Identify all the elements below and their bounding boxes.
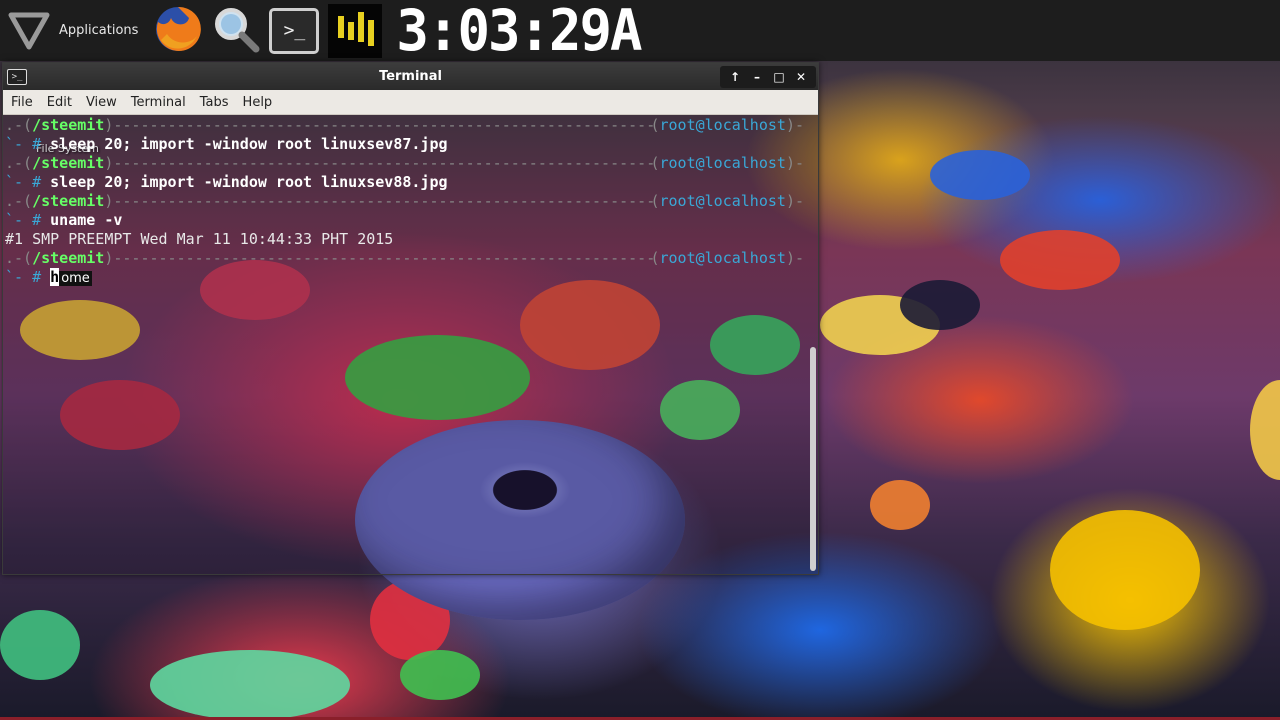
prompt-host: localhost <box>704 116 786 134</box>
prompt-host: localhost <box>704 249 786 267</box>
prompt-bracket: ( <box>650 249 660 267</box>
terminal-titlebar[interactable]: >_ Terminal ↑ – □ ✕ <box>3 63 818 90</box>
prompt-right: (root@localhost)- <box>650 192 804 211</box>
wallpaper-crumb <box>870 480 930 530</box>
command-text: uname -v <box>50 211 123 229</box>
prompt-at: @ <box>695 154 705 172</box>
command-text: sleep 20; import -window root linuxsev87… <box>50 135 448 153</box>
cpu-graph-widget <box>328 3 383 58</box>
prompt-line: .-(/steemit)----------------------------… <box>5 192 804 211</box>
prompt-bracket: ( <box>650 192 660 210</box>
terminal-scrollbar[interactable] <box>808 119 816 571</box>
prompt-user: root <box>659 116 696 134</box>
prompt-bracket: )- <box>785 249 804 267</box>
prompt-line: .-(/steemit)----------------------------… <box>5 116 804 135</box>
current-input-line: `- # h ome <box>5 268 804 287</box>
prompt-at: @ <box>695 249 705 267</box>
terminal-icon: >_ <box>269 7 320 54</box>
text-cursor: h <box>50 268 60 286</box>
menu-help[interactable]: Help <box>237 95 279 110</box>
output-line: #1 SMP PREEMPT Wed Mar 11 10:44:33 PHT 2… <box>5 230 804 249</box>
prompt-user: root <box>659 249 696 267</box>
prompt-dashes: )---------------------------------------… <box>104 249 656 267</box>
prompt-line: .-(/steemit)----------------------------… <box>5 154 804 173</box>
prompt-bracket: ( <box>650 116 660 134</box>
menu-tabs[interactable]: Tabs <box>194 95 235 110</box>
menubar: File Edit View Terminal Tabs Help <box>3 90 818 115</box>
command-line: `- # sleep 20; import -window root linux… <box>5 135 804 154</box>
applications-menu[interactable]: Applications <box>0 0 146 61</box>
terminal-output-area[interactable]: .-(/steemit)----------------------------… <box>3 115 818 574</box>
wallpaper-crumb <box>930 150 1030 200</box>
prompt-dashes: )---------------------------------------… <box>104 192 656 210</box>
top-panel: Applications >_ 3:03:29A <box>0 0 1280 63</box>
prompt-directory: /steemit <box>32 116 105 134</box>
menu-terminal[interactable]: Terminal <box>125 95 192 110</box>
wallpaper-crumb <box>400 650 480 700</box>
minimize-button[interactable]: – <box>746 67 768 87</box>
wallpaper-crumb <box>1250 380 1280 480</box>
cpu-graph-icon <box>338 11 375 46</box>
keep-above-button[interactable]: ↑ <box>724 67 746 87</box>
terminal-window: >_ Terminal ↑ – □ ✕ File Edit View Termi… <box>2 62 819 575</box>
maximize-button[interactable]: □ <box>768 67 790 87</box>
prompt-at: @ <box>695 116 705 134</box>
menu-edit[interactable]: Edit <box>41 95 78 110</box>
wallpaper-crumb <box>1050 510 1200 630</box>
window-controls: ↑ – □ ✕ <box>720 65 816 88</box>
menu-file[interactable]: File <box>5 95 39 110</box>
close-button[interactable]: ✕ <box>790 67 812 87</box>
prompt-right: (root@localhost)- <box>650 116 804 135</box>
wallpaper-crumb <box>1000 230 1120 290</box>
wallpaper-crumb <box>0 610 80 680</box>
prompt-dashes: )---------------------------------------… <box>104 154 656 172</box>
terminal-launcher[interactable]: >_ <box>268 5 320 57</box>
prompt-bracket: .-( <box>5 249 33 267</box>
prompt-line: .-(/steemit)----------------------------… <box>5 249 804 268</box>
prompt-bracket: .-( <box>5 154 33 172</box>
prompt-bracket: )- <box>785 116 804 134</box>
prompt-bracket: ( <box>650 154 660 172</box>
prompt-symbol: `- # <box>5 211 51 229</box>
prompt-right: (root@localhost)- <box>650 249 804 268</box>
prompt-bracket: )- <box>785 192 804 210</box>
prompt-directory: /steemit <box>32 249 105 267</box>
command-text: sleep 20; import -window root linuxsev88… <box>50 173 448 191</box>
prompt-dashes: )---------------------------------------… <box>104 116 656 134</box>
prompt-bracket: .-( <box>5 116 33 134</box>
firefox-launcher[interactable] <box>152 5 204 57</box>
applications-menu-label: Applications <box>59 23 139 38</box>
prompt-bracket: .-( <box>5 192 33 210</box>
prompt-symbol: `- # <box>5 173 51 191</box>
prompt-right: (root@localhost)- <box>650 154 804 173</box>
command-line: `- # sleep 20; import -window root linux… <box>5 173 804 192</box>
wallpaper-crumb <box>900 280 980 330</box>
applications-menu-icon <box>8 11 50 51</box>
prompt-user: root <box>659 154 696 172</box>
menu-view[interactable]: View <box>80 95 123 110</box>
wallpaper-crumb <box>150 650 350 720</box>
terminal-text: .-(/steemit)----------------------------… <box>5 116 804 287</box>
firefox-icon <box>153 4 203 58</box>
window-title: Terminal <box>379 69 442 84</box>
autocomplete-suggestion: ome <box>59 271 92 286</box>
search-launcher[interactable] <box>210 5 262 57</box>
prompt-user: root <box>659 192 696 210</box>
terminal-window-icon[interactable]: >_ <box>7 68 27 85</box>
prompt-at: @ <box>695 192 705 210</box>
prompt-directory: /steemit <box>32 192 105 210</box>
prompt-symbol: `- # <box>5 135 51 153</box>
prompt-host: localhost <box>704 192 786 210</box>
scrollbar-thumb[interactable] <box>810 347 816 571</box>
prompt-directory: /steemit <box>32 154 105 172</box>
prompt-host: localhost <box>704 154 786 172</box>
output-text: #1 SMP PREEMPT Wed Mar 11 10:44:33 PHT 2… <box>5 230 394 248</box>
prompt-symbol: `- # <box>5 268 51 286</box>
panel-clock[interactable]: 3:03:29A <box>396 0 642 63</box>
command-line: `- # uname -v <box>5 211 804 230</box>
prompt-bracket: )- <box>785 154 804 172</box>
search-icon <box>211 4 261 58</box>
